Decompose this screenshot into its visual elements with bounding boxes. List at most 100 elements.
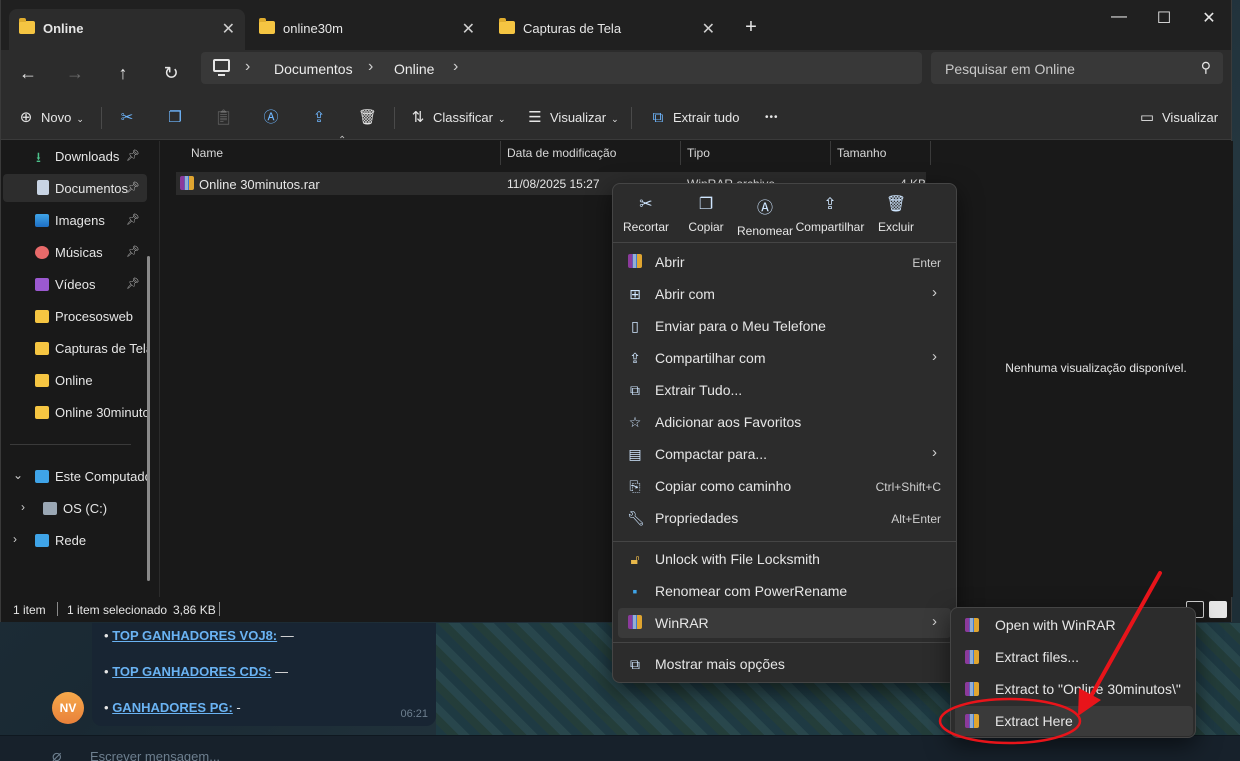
menu-item-file-locksmith[interactable]: 🔓︎ Unlock with File Locksmith bbox=[618, 544, 951, 574]
chat-link[interactable]: GANHADORES PG: bbox=[112, 700, 233, 715]
chat-link[interactable]: TOP GANHADORES VOJ8: bbox=[112, 628, 277, 643]
sidebar-item-label: Online 30minutos bbox=[55, 405, 147, 420]
details-pane-button[interactable]: ▭ Visualizar bbox=[1138, 108, 1218, 128]
tab-capturas[interactable]: Capturas de Tela ✕ bbox=[489, 9, 725, 50]
pin-icon[interactable]: 📌︎ bbox=[126, 213, 140, 226]
chevron-down-icon[interactable]: ⌄ bbox=[13, 468, 23, 482]
chevron-right-icon[interactable]: › bbox=[13, 532, 17, 546]
chevron-right-icon[interactable]: › bbox=[21, 500, 25, 514]
menu-item-open[interactable]: Abrir Enter bbox=[618, 247, 951, 277]
rename-button[interactable]: Ⓐ Renomear bbox=[737, 194, 793, 238]
sidebar-item-network[interactable]: › Rede bbox=[3, 526, 147, 554]
message-composer[interactable]: ⌀ Escrever mensagem... bbox=[0, 735, 1240, 761]
delete-button[interactable]: 🗑︎ bbox=[358, 108, 382, 128]
menu-item-add-favorites[interactable]: ☆ Adicionar aos Favoritos bbox=[618, 407, 951, 437]
scrollbar[interactable] bbox=[147, 256, 150, 581]
chevron-right-icon[interactable]: › bbox=[453, 58, 458, 76]
back-button[interactable]: ← bbox=[13, 58, 43, 88]
close-icon[interactable]: ✕ bbox=[702, 19, 715, 39]
delete-button[interactable]: 🗑︎ Excluir bbox=[871, 194, 921, 234]
minimize-button[interactable]: — bbox=[1099, 8, 1139, 26]
sidebar-item-drive-c[interactable]: › OS (C:) bbox=[3, 494, 147, 522]
sidebar-item-this-pc[interactable]: ⌄ Este Computador bbox=[3, 462, 147, 490]
folder-icon bbox=[35, 342, 49, 355]
cut-button[interactable]: ✂ Recortar bbox=[623, 194, 669, 234]
submenu-extract-here[interactable]: Extract Here bbox=[955, 706, 1193, 736]
sidebar-item-documentos[interactable]: Documentos 📌︎ bbox=[3, 174, 147, 202]
breadcrumb-online[interactable]: Online bbox=[394, 61, 434, 77]
search-input[interactable]: Pesquisar em Online ⚲ bbox=[931, 52, 1223, 84]
sidebar-item-musicas[interactable]: Músicas 📌︎ bbox=[3, 238, 147, 266]
sidebar-item-downloads[interactable]: ⭳ Downloads 📌︎ bbox=[3, 142, 147, 170]
sidebar-item-videos[interactable]: Vídeos 📌︎ bbox=[3, 270, 147, 298]
breadcrumb-documentos[interactable]: Documentos bbox=[274, 61, 353, 77]
column-header-type[interactable]: Tipo bbox=[687, 146, 710, 160]
menu-item-compress-to[interactable]: ▤ Compactar para... › bbox=[618, 439, 951, 469]
pin-icon[interactable]: 📌︎ bbox=[126, 245, 140, 258]
close-icon[interactable]: ✕ bbox=[222, 19, 235, 39]
new-button[interactable]: ⊕ Novo ⌄ bbox=[17, 108, 84, 128]
chevron-right-icon[interactable]: › bbox=[245, 58, 250, 76]
sidebar-item-capturas[interactable]: Capturas de Tela bbox=[3, 334, 147, 362]
more-options-icon: ⧉ bbox=[630, 656, 640, 672]
up-button[interactable]: ↑ bbox=[108, 58, 138, 88]
share-button[interactable]: ⇪ bbox=[310, 108, 334, 128]
close-window-button[interactable]: ✕ bbox=[1189, 8, 1229, 28]
copy-button[interactable]: ❐ bbox=[166, 108, 190, 128]
forward-button[interactable]: → bbox=[60, 58, 90, 88]
winrar-icon bbox=[180, 176, 194, 190]
column-divider[interactable] bbox=[830, 141, 831, 165]
chat-link[interactable]: TOP GANHADORES CDS: bbox=[112, 664, 271, 679]
menu-item-label: Copiar como caminho bbox=[655, 478, 792, 494]
paste-button[interactable]: 📋︎ bbox=[214, 108, 238, 128]
sidebar-item-online30minutos[interactable]: Online 30minutos bbox=[3, 398, 147, 426]
copy-button[interactable]: ❐ Copiar bbox=[683, 194, 729, 234]
menu-item-winrar[interactable]: WinRAR › bbox=[618, 608, 951, 638]
menu-item-more-options[interactable]: ⧉ Mostrar mais opções bbox=[618, 649, 951, 679]
refresh-button[interactable]: ↻ bbox=[156, 58, 186, 88]
submenu-extract-to-folder[interactable]: Extract to "Online 30minutos\" bbox=[955, 674, 1193, 704]
view-button[interactable]: ☰ Visualizar ⌄ bbox=[526, 108, 618, 128]
pin-icon[interactable]: 📌︎ bbox=[126, 149, 140, 162]
paperclip-icon[interactable]: ⌀ bbox=[52, 746, 62, 761]
chevron-right-icon[interactable]: › bbox=[368, 58, 373, 76]
column-header-name[interactable]: Name bbox=[191, 146, 223, 160]
rename-button[interactable]: Ⓐ bbox=[262, 108, 286, 128]
menu-item-send-to-phone[interactable]: ▯ Enviar para o Meu Telefone bbox=[618, 311, 951, 341]
column-header-size[interactable]: Tamanho bbox=[837, 146, 886, 160]
pin-icon[interactable]: 📌︎ bbox=[126, 181, 140, 194]
sidebar-item-online[interactable]: Online bbox=[3, 366, 147, 394]
submenu-extract-files[interactable]: Extract files... bbox=[955, 642, 1193, 672]
close-icon[interactable]: ✕ bbox=[462, 19, 475, 39]
cut-button[interactable]: ✂ bbox=[118, 108, 142, 128]
menu-item-open-with[interactable]: ⊞ Abrir com › bbox=[618, 279, 951, 309]
menu-item-copy-path[interactable]: ⎘ Copiar como caminho Ctrl+Shift+C bbox=[618, 471, 951, 501]
submenu-open-with-winrar[interactable]: Open with WinRAR bbox=[955, 610, 1193, 640]
pin-icon[interactable]: 📌︎ bbox=[126, 277, 140, 290]
tab-online30m[interactable]: online30m ✕ bbox=[249, 9, 485, 50]
tiles-view-button[interactable] bbox=[1209, 601, 1227, 618]
column-divider[interactable] bbox=[500, 141, 501, 165]
sidebar-item-imagens[interactable]: Imagens 📌︎ bbox=[3, 206, 147, 234]
sort-button[interactable]: ⇅ Classificar ⌄ bbox=[409, 108, 506, 128]
column-divider[interactable] bbox=[680, 141, 681, 165]
more-options-button[interactable]: ••• bbox=[765, 108, 779, 128]
copy-icon: ❐ bbox=[168, 109, 182, 126]
tab-online[interactable]: Online ✕ bbox=[9, 9, 245, 50]
menu-item-extract-all[interactable]: ⧉ Extrair Tudo... bbox=[618, 375, 951, 405]
share-button[interactable]: ⇪ Compartilhar bbox=[795, 194, 865, 234]
column-header-modified[interactable]: Data de modificação bbox=[507, 146, 616, 160]
address-bar[interactable]: › Documentos › Online › bbox=[201, 52, 922, 84]
extract-icon: ⧉ bbox=[652, 109, 664, 126]
new-tab-button[interactable]: + bbox=[731, 16, 771, 39]
navigation-bar: ← → ↑ ↻ › Documentos › Online › Pesquisa… bbox=[1, 50, 1231, 95]
menu-item-share-with[interactable]: ⇪ Compartilhar com › bbox=[618, 343, 951, 373]
maximize-button[interactable]: ☐ bbox=[1144, 8, 1184, 28]
column-divider[interactable] bbox=[930, 141, 931, 165]
menu-item-power-rename[interactable]: ▪ Renomear com PowerRename bbox=[618, 576, 951, 606]
sidebar-item-procesosweb[interactable]: Procesosweb bbox=[3, 302, 147, 330]
scissors-icon: ✂ bbox=[120, 109, 134, 126]
extract-all-button[interactable]: ⧉ Extrair tudo bbox=[649, 108, 740, 128]
menu-item-properties[interactable]: 🔧︎ Propriedades Alt+Enter bbox=[618, 503, 951, 533]
avatar[interactable]: NV bbox=[52, 692, 84, 724]
